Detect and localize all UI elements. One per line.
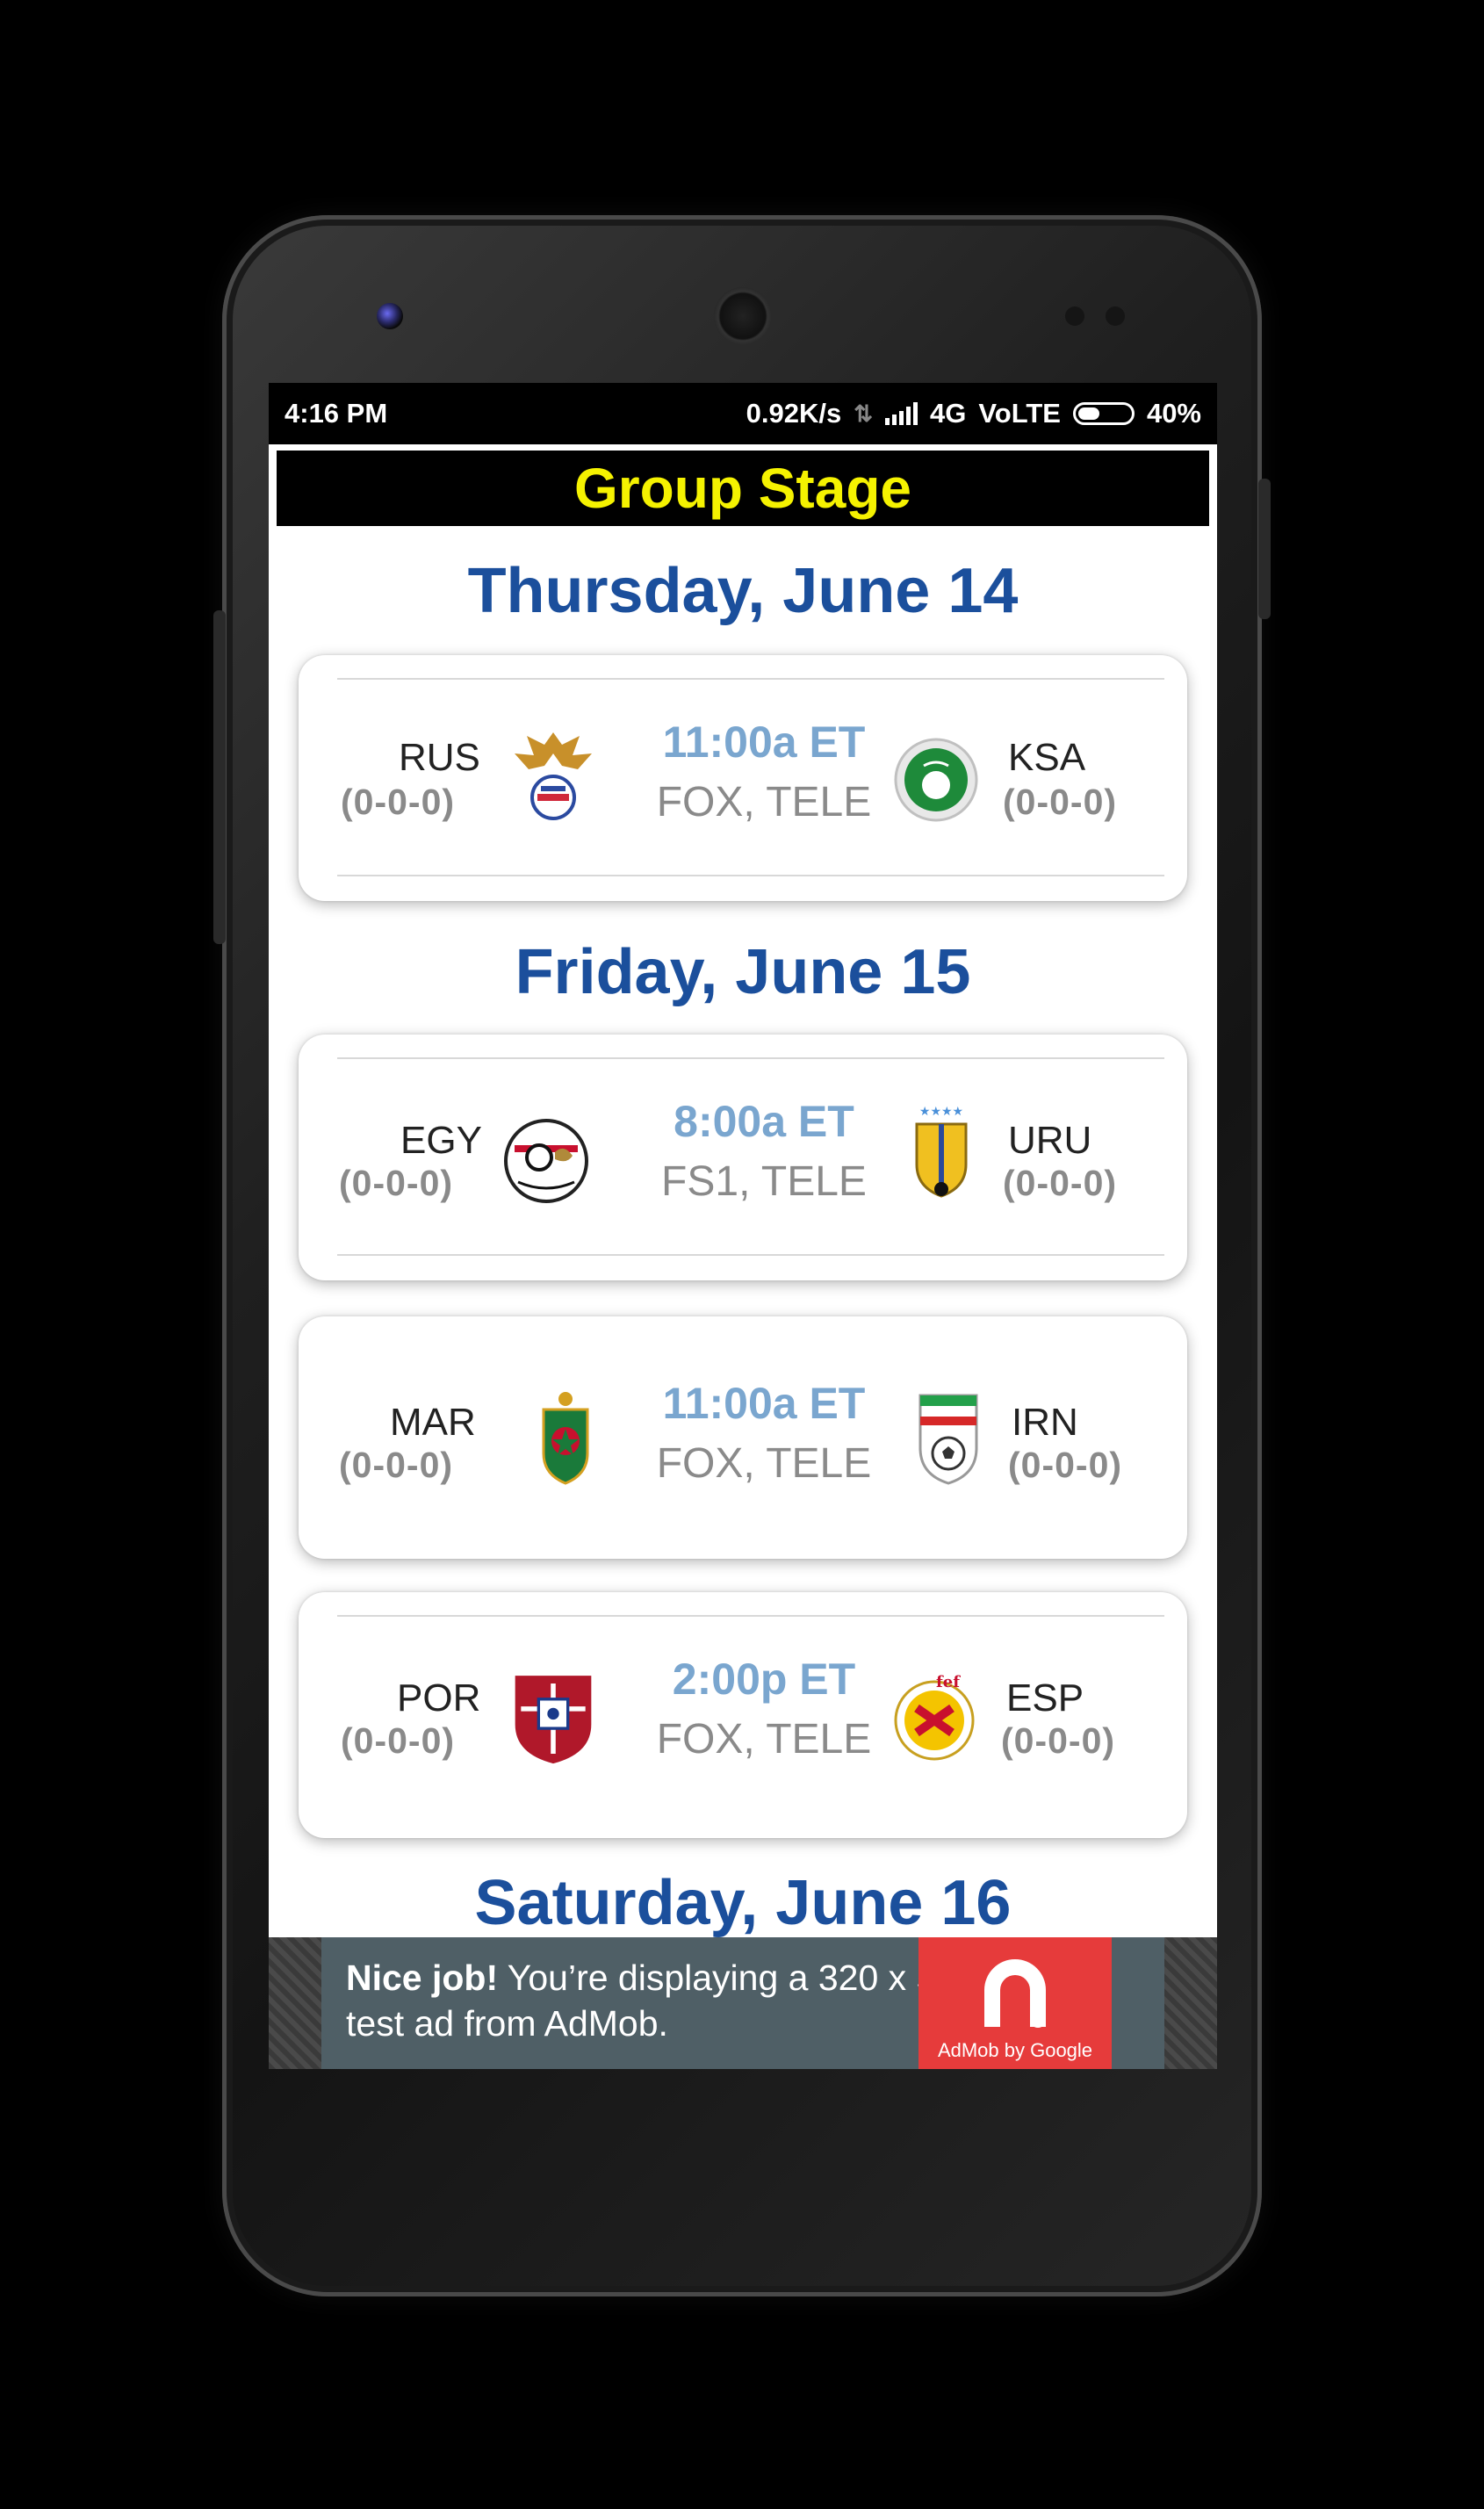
match-card[interactable]: EGY (0-0-0) 8:00a ET FS1, TELE ★★★★ URU … <box>299 1035 1187 1280</box>
status-bar: 4:16 PM 0.92K/s ⇅ 4G VoLTE 40% <box>269 383 1217 444</box>
ad-content[interactable]: Nice job! You’re displaying a 320 x 50 t… <box>321 1937 1164 2069</box>
away-team-code: ESP <box>1006 1676 1084 1720</box>
battery-percent: 40% <box>1146 398 1201 429</box>
network-type: 4G <box>930 398 967 429</box>
network-speed: 0.92K/s <box>746 398 842 429</box>
home-team-record: (0-0-0) <box>339 1445 454 1485</box>
away-team-code: URU <box>1008 1119 1092 1162</box>
data-arrows-icon: ⇅ <box>854 400 874 427</box>
spain-crest-icon: fef <box>894 1673 975 1761</box>
away-team-code: KSA <box>1008 736 1086 779</box>
header-bar: Group Stage <box>274 448 1212 529</box>
admob-logo-box[interactable]: AdMob by Google <box>918 1937 1112 2069</box>
volume-button <box>213 610 226 944</box>
volte-label: VoLTE <box>978 398 1061 429</box>
svg-text:★★★★: ★★★★ <box>919 1105 963 1119</box>
power-button <box>1258 479 1271 619</box>
away-team-record: (0-0-0) <box>1008 1445 1123 1485</box>
ad-text: Nice job! You’re displaying a 320 x 50 t… <box>346 1955 987 2046</box>
divider <box>337 875 1164 876</box>
status-time: 4:16 PM <box>285 398 388 429</box>
home-team-code: EGY <box>400 1119 482 1162</box>
day-heading: Thursday, June 14 <box>467 556 1019 626</box>
home-team-record: (0-0-0) <box>341 782 456 822</box>
status-icons: 0.92K/s ⇅ 4G VoLTE 40% <box>746 398 1201 429</box>
admob-logo-icon <box>984 1959 1046 2028</box>
battery-icon <box>1072 402 1135 425</box>
divider <box>337 678 1164 680</box>
saudi-arabia-crest-icon <box>894 738 978 822</box>
away-team-record: (0-0-0) <box>1003 782 1118 822</box>
home-team-code: MAR <box>390 1401 476 1444</box>
divider <box>337 1057 1164 1059</box>
app-screen: 4:16 PM 0.92K/s ⇅ 4G VoLTE 40% Group Sta… <box>269 383 1217 2069</box>
svg-text:fef: fef <box>936 1673 961 1691</box>
match-card[interactable]: POR (0-0-0) 2:00p ET FOX, TELE fef ESP (… <box>299 1592 1187 1838</box>
away-team-record: (0-0-0) <box>1001 1720 1116 1761</box>
earpiece-speaker <box>714 287 772 345</box>
admob-brand-label: AdMob by Google <box>937 2039 1093 2061</box>
front-camera-icon <box>377 303 403 329</box>
away-team-record: (0-0-0) <box>1003 1163 1118 1203</box>
home-team-record: (0-0-0) <box>339 1163 454 1203</box>
day-heading: Friday, June 15 <box>515 937 971 1007</box>
divider <box>337 1254 1164 1256</box>
day-heading: Saturday, June 16 <box>474 1868 1012 1938</box>
proximity-sensor <box>1065 306 1084 326</box>
match-card[interactable]: MAR (0-0-0) 11:00a ET FOX, TELE IRN (0-0… <box>299 1316 1187 1559</box>
away-team-code: IRN <box>1012 1401 1078 1444</box>
page-title: Group Stage <box>573 457 912 520</box>
uruguay-crest-icon: ★★★★ <box>915 1105 968 1198</box>
iran-crest-icon <box>918 1394 978 1485</box>
ad-banner[interactable]: Nice job! You’re displaying a 320 x 50 t… <box>269 1937 1217 2069</box>
ad-bold-text: Nice job! <box>346 1957 499 1998</box>
signal-icon <box>885 402 918 425</box>
match-card[interactable]: RUS (0-0-0) 11:00a ET FOX, TELE KSA (0-0… <box>299 655 1187 901</box>
home-team-code: POR <box>397 1676 481 1720</box>
home-team-record: (0-0-0) <box>341 1720 456 1761</box>
divider <box>337 1615 1164 1617</box>
home-team-code: RUS <box>399 736 480 779</box>
light-sensor <box>1106 306 1125 326</box>
